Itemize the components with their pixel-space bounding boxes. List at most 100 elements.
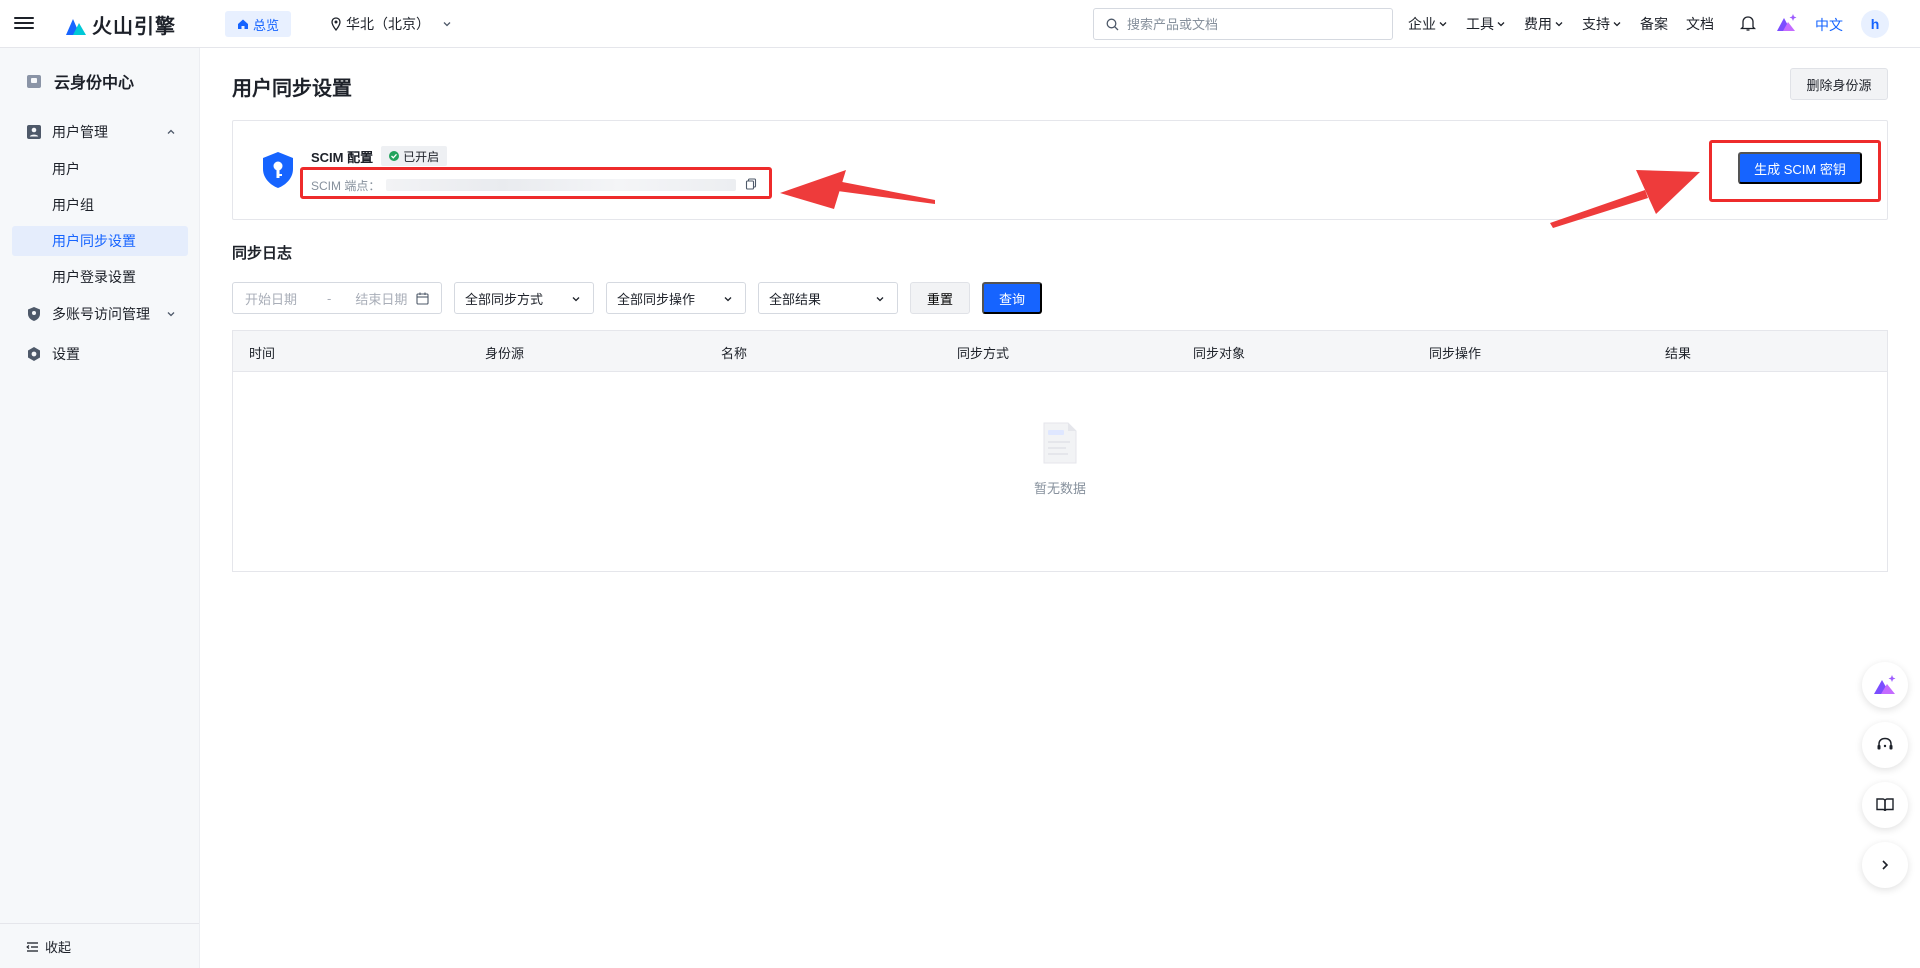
nav-enterprise-label: 企业 [1408, 16, 1436, 32]
nav-filing[interactable]: 备案 [1640, 14, 1668, 34]
sidebar-item-user-login-label: 用户登录设置 [52, 269, 136, 285]
chevron-down-icon [1439, 22, 1447, 27]
nav-support-label: 支持 [1582, 16, 1610, 32]
headset-icon [1877, 737, 1893, 750]
check-circle-icon [389, 151, 400, 161]
nav-tools[interactable]: 工具 [1466, 14, 1506, 34]
language-switch[interactable]: 中文 [1815, 15, 1843, 35]
chevron-down-icon [167, 312, 175, 317]
home-label: 总览 [253, 17, 280, 33]
sidebar-item-user-groups-label: 用户组 [52, 197, 94, 213]
user-avatar[interactable]: h [1861, 10, 1889, 38]
gear-icon [28, 347, 40, 361]
sync-result-value: 全部结果 [769, 291, 822, 307]
reset-button[interactable]: 重置 [910, 282, 970, 314]
column-header-sync-method: 同步方式 [957, 346, 1010, 361]
sync-log-title: 同步日志 [232, 245, 293, 262]
home-icon [238, 19, 248, 29]
expand-panel-fab[interactable] [1862, 842, 1908, 888]
empty-state: 暂无数据 [233, 421, 1887, 497]
sync-operation-select[interactable]: 全部同步操作 [606, 282, 746, 314]
sidebar-group-user-management-label: 用户管理 [52, 124, 108, 140]
nav-support[interactable]: 支持 [1582, 14, 1622, 34]
nav-billing-label: 费用 [1524, 16, 1552, 32]
sidebar-group-user-management[interactable]: 用户管理 [26, 122, 176, 142]
highlight-box-endpoint [300, 167, 772, 199]
identity-center-icon [27, 75, 41, 88]
location-pin-icon [331, 17, 341, 31]
date-separator: - [327, 290, 332, 306]
menu-icon[interactable] [14, 14, 34, 34]
empty-state-text: 暂无数据 [1033, 481, 1086, 496]
search-box [1093, 8, 1393, 40]
nav-docs-label: 文档 [1686, 16, 1714, 32]
sidebar-item-users[interactable]: 用户 [12, 154, 188, 184]
sidebar-item-user-sync[interactable]: 用户同步设置 [12, 226, 188, 256]
sidebar-collapse-button[interactable]: 收起 [26, 937, 71, 956]
chevron-down-icon [1613, 22, 1621, 27]
sidebar-item-user-login[interactable]: 用户登录设置 [12, 262, 188, 292]
volcano-logo-icon [66, 18, 86, 35]
sidebar-item-user-sync-label: 用户同步设置 [52, 233, 136, 249]
sync-result-select[interactable]: 全部结果 [758, 282, 898, 314]
page-title: 用户同步设置 [232, 78, 352, 100]
nav-billing[interactable]: 费用 [1524, 14, 1564, 34]
sidebar: 云身份中心 用户管理 用户 用户组 用户同步设置 用户登录设置 多账号访问管理 [0, 48, 200, 968]
nav-tools-label: 工具 [1466, 16, 1494, 32]
chevron-down-icon [876, 297, 884, 302]
sidebar-collapse-label: 收起 [45, 940, 72, 955]
sidebar-title: 云身份中心 [26, 69, 134, 93]
highlight-box-generate-key [1709, 140, 1881, 202]
ai-assistant-icon [1874, 675, 1896, 694]
user-card-icon [27, 125, 41, 139]
region-label: 华北（北京） [346, 16, 430, 32]
chevron-down-icon [1497, 22, 1505, 27]
ai-assistant-fab[interactable] [1862, 662, 1908, 708]
sidebar-group-multi-account[interactable]: 多账号访问管理 [26, 304, 176, 324]
sidebar-group-multi-account-label: 多账号访问管理 [52, 306, 150, 322]
table-header: 时间 身份源 名称 同步方式 同步对象 同步操作 结果 [233, 331, 1887, 372]
date-range-picker[interactable]: 开始日期 - 结束日期 [232, 282, 442, 314]
column-header-result: 结果 [1665, 346, 1692, 361]
sidebar-group-settings[interactable]: 设置 [26, 344, 176, 364]
scim-config-title: SCIM 配置 已开启 [311, 146, 448, 166]
shield-key-icon [263, 152, 293, 188]
chevron-down-icon [1555, 22, 1563, 27]
brand-logo[interactable]: 火山引擎 [64, 10, 176, 39]
chevron-down-icon [572, 297, 580, 302]
brand-name: 火山引擎 [92, 16, 176, 38]
docs-fab[interactable] [1862, 782, 1908, 828]
top-nav: 企业 工具 费用 支持 备案 文档 [1408, 14, 1732, 34]
bell-icon[interactable] [1740, 14, 1756, 32]
nav-docs[interactable]: 文档 [1686, 14, 1714, 34]
status-badge: 已开启 [381, 146, 448, 166]
search-input[interactable] [1127, 16, 1377, 32]
status-badge-label: 已开启 [403, 149, 440, 164]
chevron-right-icon [1882, 860, 1889, 870]
calendar-icon [416, 292, 429, 305]
delete-identity-source-button[interactable]: 删除身份源 [1790, 68, 1888, 100]
region-selector[interactable]: 华北（北京） [330, 14, 452, 34]
sidebar-item-users-label: 用户 [52, 161, 80, 177]
sidebar-item-user-groups[interactable]: 用户组 [12, 190, 188, 220]
scim-config-label: SCIM 配置 [311, 149, 374, 165]
home-overview-button[interactable]: 总览 [225, 11, 292, 37]
start-date-placeholder: 开始日期 [245, 291, 298, 307]
column-header-time: 时间 [249, 346, 276, 361]
empty-document-icon [1043, 422, 1077, 464]
nav-filing-label: 备案 [1640, 16, 1668, 32]
sync-operation-value: 全部同步操作 [617, 291, 696, 307]
nav-enterprise[interactable]: 企业 [1408, 14, 1448, 34]
sidebar-title-label: 云身份中心 [54, 75, 135, 92]
search-icon [1106, 18, 1119, 30]
customer-service-fab[interactable] [1862, 722, 1908, 768]
query-button[interactable]: 查询 [982, 282, 1042, 314]
column-header-sync-target: 同步对象 [1193, 346, 1246, 361]
shield-icon [28, 307, 40, 321]
sidebar-divider [0, 923, 199, 924]
chevron-down-icon [724, 297, 732, 302]
column-header-identity-source: 身份源 [485, 346, 525, 361]
sync-method-select[interactable]: 全部同步方式 [454, 282, 594, 314]
ai-assistant-icon[interactable] [1776, 13, 1798, 33]
column-header-sync-operation: 同步操作 [1429, 346, 1482, 361]
